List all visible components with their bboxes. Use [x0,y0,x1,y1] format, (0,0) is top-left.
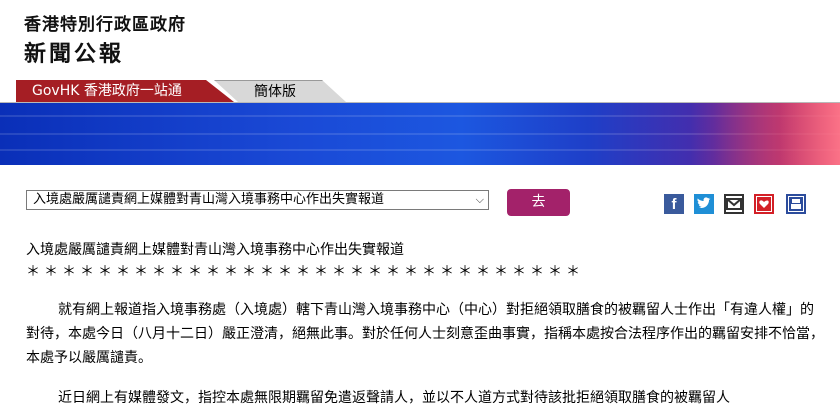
go-button[interactable]: 去 [507,189,570,216]
article-toolbar: 入境處嚴厲譴責網上媒體對青山灣入境事務中心作出失實報道 ⌵ 去 f [0,183,840,223]
article-paragraph: 就有網上報道指入境事務處（入境處）轄下青山灣入境事務中心（中心）對拒絕領取膳食的… [26,302,824,366]
article-headline: 入境處嚴厲譴責網上媒體對青山灣入境事務中心作出失實報道 [26,242,404,258]
article-select-value: 入境處嚴厲譴責網上媒體對青山灣入境事務中心作出失實報道 [33,192,385,207]
twitter-icon[interactable] [694,194,714,214]
article-paragraph: 近日網上有媒體發文，指控本處無限期羈留免遣返聲請人，並以不人道方式對待該批拒絕領… [58,390,730,406]
site-header: 香港特別行政區政府 新聞公報 [0,0,840,80]
article-body: 入境處嚴厲譴責網上媒體對青山灣入境事務中心作出失實報道 ＊＊＊＊＊＊＊＊＊＊＊＊… [26,240,826,410]
tab-simplified-chinese[interactable]: 簡体版 [214,80,346,102]
government-name: 香港特別行政區政府 [24,15,186,35]
email-icon[interactable] [724,194,744,214]
facebook-icon[interactable]: f [664,194,684,214]
tab-bar: GovHK 香港政府一站通 簡体版 [0,80,840,103]
print-icon[interactable] [786,194,806,214]
header-banner [0,103,840,165]
chevron-down-icon: ⌵ [475,193,484,206]
article-select[interactable]: 入境處嚴厲譴責網上媒體對青山灣入境事務中心作出失實報道 ⌵ [26,190,489,210]
bookmark-icon[interactable] [754,194,774,214]
press-releases-title[interactable]: 新聞公報 [24,36,124,68]
headline-separator: ＊＊＊＊＊＊＊＊＊＊＊＊＊＊＊＊＊＊＊＊＊＊＊＊＊＊＊＊＊＊＊ [26,264,584,280]
tab-govhk[interactable]: GovHK 香港政府一站通 [16,80,234,102]
